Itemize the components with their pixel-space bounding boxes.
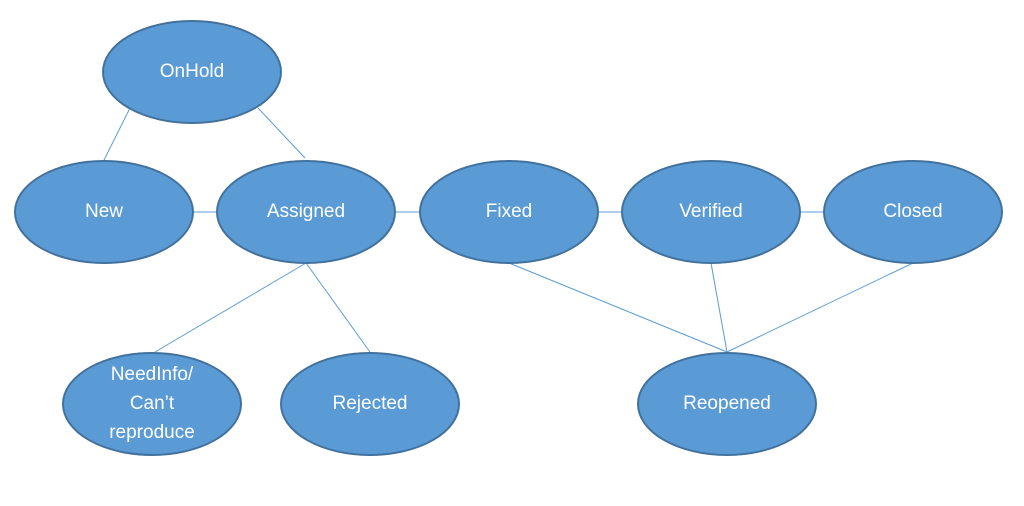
node-reopened: Reopened	[637, 352, 817, 456]
node-assigned: Assigned	[216, 160, 396, 264]
node-label: Verified	[679, 201, 742, 222]
node-rejected: Rejected	[280, 352, 460, 456]
edge-closed-reopened	[726, 262, 914, 353]
node-verified: Verified	[621, 160, 801, 264]
node-closed: Closed	[823, 160, 1003, 264]
node-new: New	[14, 160, 194, 264]
edge-assigned-needinfo	[154, 262, 307, 353]
edge-verified-reopened	[710, 262, 728, 353]
node-label: OnHold	[160, 61, 224, 82]
state-diagram: OnHold New Assigned Fixed Verified Closed Need…	[14, 20, 1003, 456]
node-label: reproduce	[109, 422, 195, 443]
node-label: Reopened	[683, 393, 771, 414]
edge-assigned-rejected	[305, 262, 371, 353]
node-label: NeedInfo/	[111, 364, 194, 385]
node-onhold: OnHold	[102, 20, 282, 124]
node-label: Assigned	[267, 201, 345, 222]
node-needinfo: NeedInfo/Can’t reproduce	[62, 352, 242, 456]
node-label: New	[85, 201, 123, 222]
edge-fixed-reopened	[508, 262, 728, 353]
node-label: Can’t	[130, 393, 175, 414]
node-label: Closed	[883, 201, 942, 222]
edge-onhold-assigned	[257, 107, 306, 159]
node-label: Fixed	[486, 201, 532, 222]
node-fixed: Fixed	[419, 160, 599, 264]
edge-onhold-new	[103, 107, 131, 161]
node-label: Rejected	[333, 393, 408, 414]
